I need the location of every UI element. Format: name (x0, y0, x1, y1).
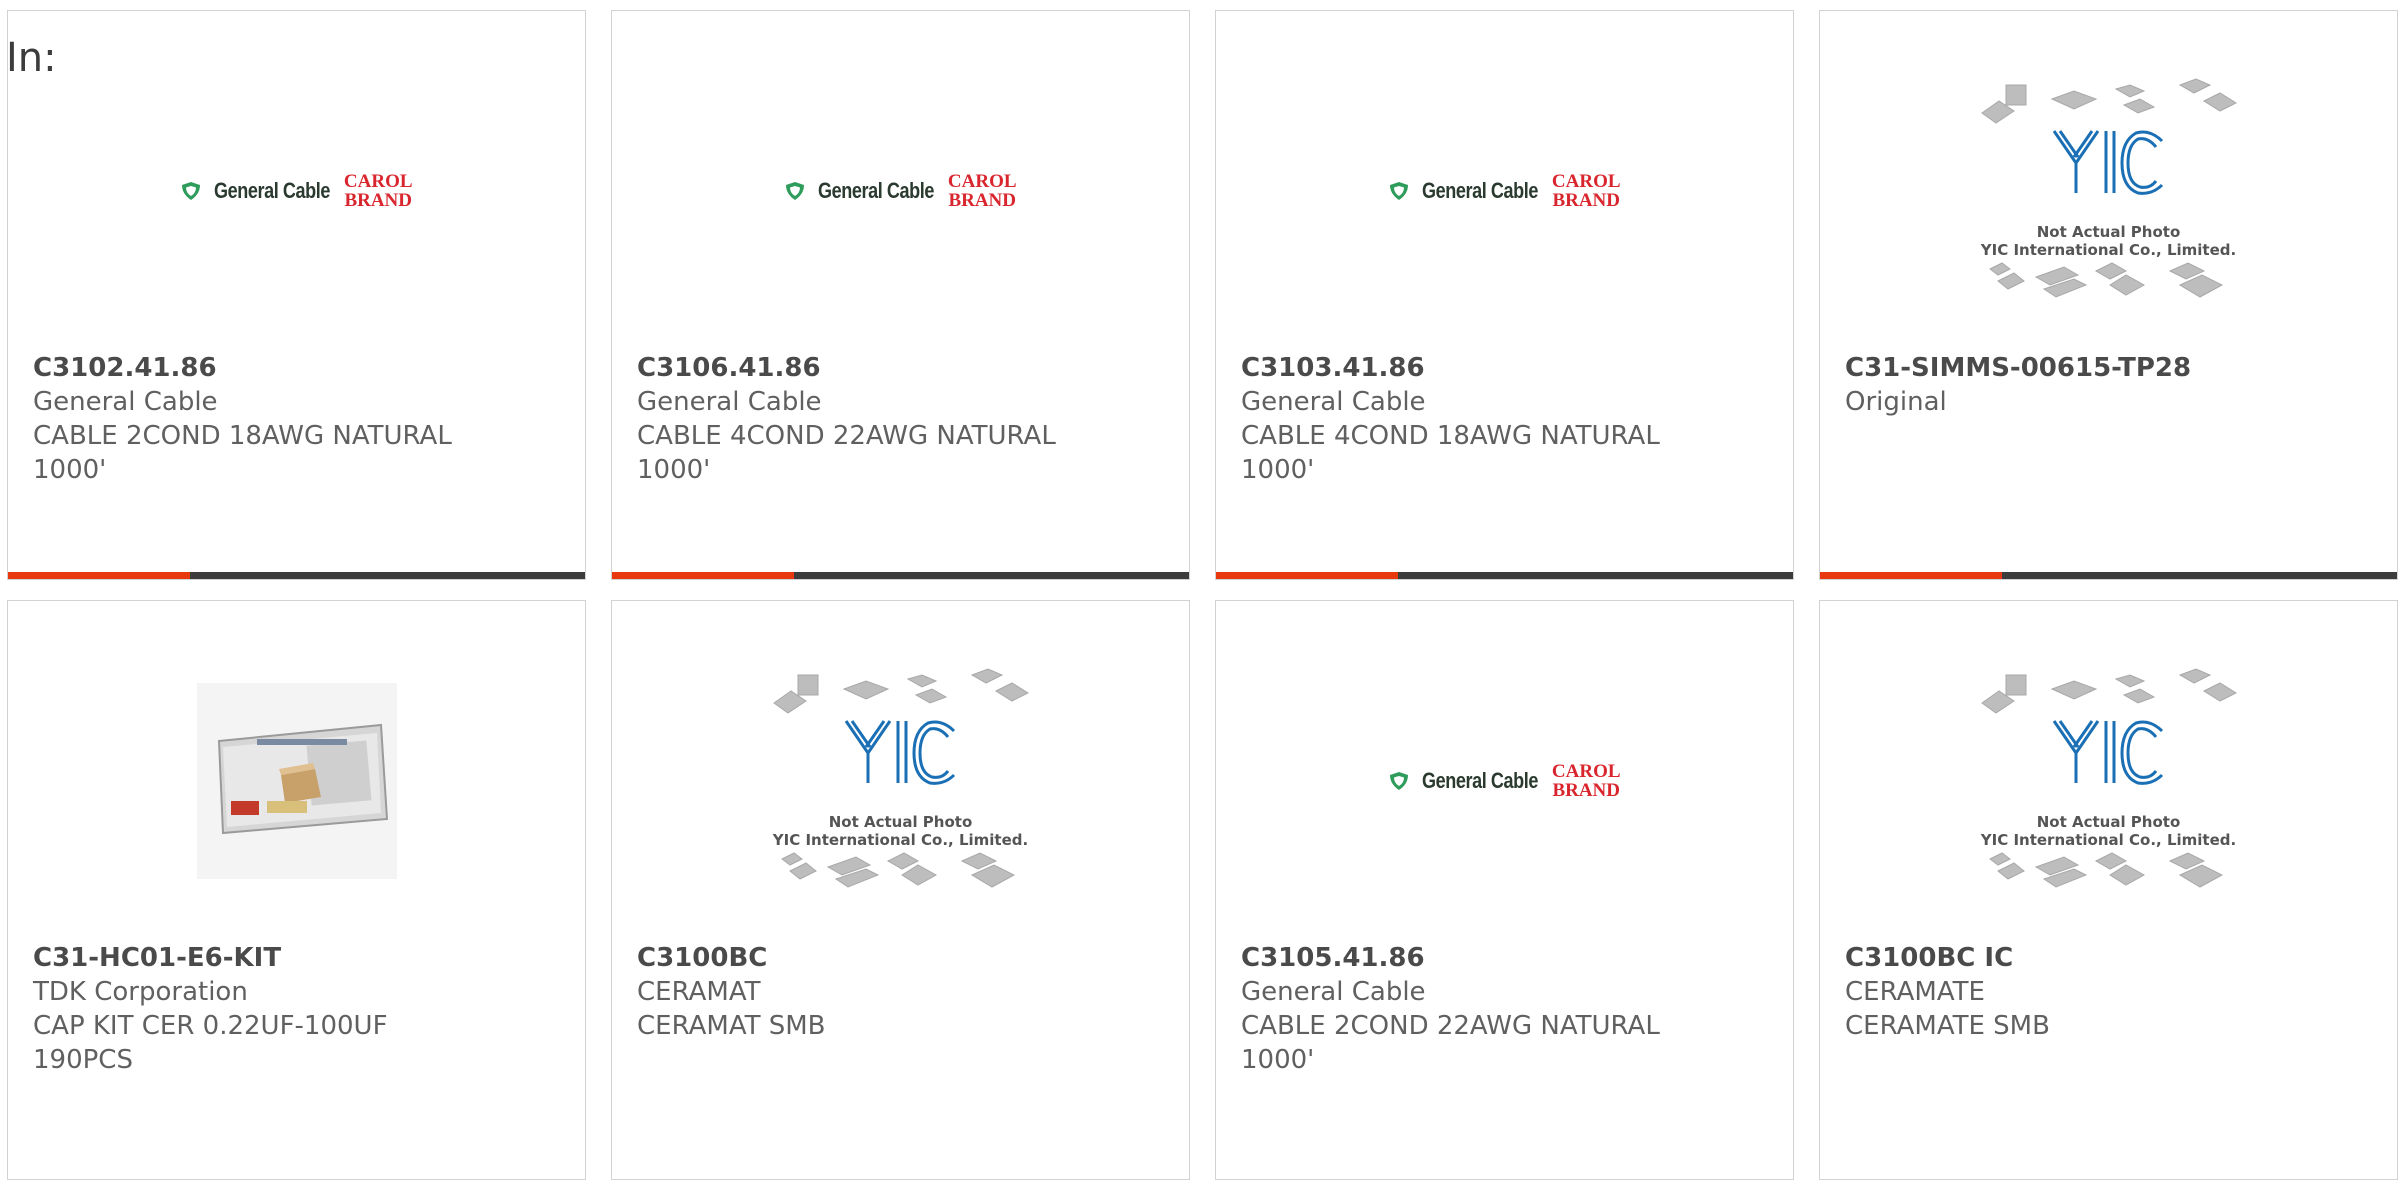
product-card[interactable]: General Cable CAROL BRAND C3105.41.86 Gen… (1215, 600, 1794, 1180)
product-description: CAP KIT CER 0.22UF-100UF (33, 1011, 388, 1041)
general-cable-logo: General Cable CAROL BRAND (1388, 761, 1621, 801)
part-number-link[interactable]: C3100BC IC (1845, 941, 2372, 975)
chip-package-icons (772, 668, 1029, 888)
product-description-extra: 1000' (33, 455, 107, 485)
product-image[interactable]: General Cable CAROL BRAND (612, 71, 1189, 311)
shield-icon (182, 182, 201, 200)
part-number-link[interactable]: C3105.41.86 (1241, 941, 1768, 975)
product-description: CERAMAT SMB (637, 1011, 826, 1041)
product-card[interactable]: C31-HC01-E6-KIT TDK Corporation CAP KIT CE… (7, 600, 586, 1180)
product-grid: General Cable CAROL BRAND C3102.41.86 Gen… (0, 0, 2400, 1180)
carol-brand-logo: CAROL BRAND (1551, 171, 1621, 211)
product-image[interactable]: General Cable CAROL BRAND (1216, 661, 1793, 901)
card-footer-bar (1216, 572, 1793, 579)
product-image[interactable]: Not Actual Photo YIC International Co., … (612, 661, 1189, 901)
carol-brand-logo: CAROL BRAND (1551, 761, 1621, 801)
product-description-extra: 1000' (637, 455, 711, 485)
manufacturer-name: CERAMATE (1845, 977, 1985, 1007)
product-image[interactable]: Not Actual Photo YIC International Co., … (1820, 661, 2397, 901)
part-number-link[interactable]: C31-SIMMS-00615-TP28 (1845, 351, 2372, 385)
shield-icon (786, 182, 805, 200)
card-footer-accent (8, 572, 190, 579)
product-image[interactable]: General Cable CAROL BRAND (8, 71, 585, 311)
manufacturer-name: General Cable (1241, 387, 1426, 417)
not-actual-photo-placeholder: Not Actual Photo YIC International Co., … (766, 661, 1036, 901)
product-image[interactable]: Not Actual Photo YIC International Co., … (1820, 71, 2397, 311)
shield-icon (1390, 182, 1409, 200)
product-description-extra: 1000' (1241, 455, 1315, 485)
not-actual-photo-placeholder: Not Actual Photo YIC International Co., … (1974, 661, 2244, 901)
card-footer-accent (612, 572, 794, 579)
manufacturer-name: Original (1845, 387, 1947, 417)
card-footer-bar (1820, 572, 2397, 579)
part-number-link[interactable]: C3100BC (637, 941, 1164, 975)
carol-brand-logo: CAROL BRAND (947, 171, 1017, 211)
part-number-link[interactable]: C3103.41.86 (1241, 351, 1768, 385)
part-number-link[interactable]: C31-HC01-E6-KIT (33, 941, 560, 975)
product-card[interactable]: Not Actual Photo YIC International Co., … (1819, 10, 2398, 580)
card-footer-bar (612, 572, 1189, 579)
product-card[interactable]: Not Actual Photo YIC International Co., … (611, 600, 1190, 1180)
manufacturer-name: General Cable (1241, 977, 1426, 1007)
product-description-extra: 1000' (1241, 1045, 1315, 1075)
general-cable-logo: General Cable CAROL BRAND (784, 171, 1017, 211)
card-footer-accent (1820, 572, 2002, 579)
product-description: CERAMATE SMB (1845, 1011, 2050, 1041)
carol-brand-logo: CAROL BRAND (343, 171, 413, 211)
filter-label: In: (6, 35, 57, 81)
manufacturer-name: TDK Corporation (33, 977, 248, 1007)
manufacturer-name: General Cable (637, 387, 822, 417)
product-description-extra: 190PCS (33, 1045, 133, 1075)
product-description: CABLE 4COND 22AWG NATURAL (637, 421, 1056, 451)
chip-package-icons (1980, 78, 2237, 298)
card-footer-bar (8, 572, 585, 579)
not-actual-photo-placeholder: Not Actual Photo YIC International Co., … (1974, 71, 2244, 311)
general-cable-logo: General Cable CAROL BRAND (180, 171, 413, 211)
product-description: CABLE 4COND 18AWG NATURAL (1241, 421, 1660, 451)
product-card[interactable]: General Cable CAROL BRAND C3103.41.86 Gen… (1215, 10, 1794, 580)
shield-icon (1390, 772, 1409, 790)
product-image[interactable]: General Cable CAROL BRAND (1216, 71, 1793, 311)
chip-package-icons (1980, 668, 2237, 888)
manufacturer-name: General Cable (33, 387, 218, 417)
card-footer-accent (1216, 572, 1398, 579)
product-kit-photo (196, 683, 397, 879)
manufacturer-name: CERAMAT (637, 977, 761, 1007)
product-description: CABLE 2COND 18AWG NATURAL (33, 421, 452, 451)
product-card[interactable]: General Cable CAROL BRAND C3106.41.86 Gen… (611, 10, 1190, 580)
product-image[interactable] (8, 661, 585, 901)
product-description: CABLE 2COND 22AWG NATURAL (1241, 1011, 1660, 1041)
product-card[interactable]: Not Actual Photo YIC International Co., … (1819, 600, 2398, 1180)
general-cable-logo: General Cable CAROL BRAND (1388, 171, 1621, 211)
part-number-link[interactable]: C3106.41.86 (637, 351, 1164, 385)
part-number-link[interactable]: C3102.41.86 (33, 351, 560, 385)
product-card[interactable]: General Cable CAROL BRAND C3102.41.86 Gen… (7, 10, 586, 580)
